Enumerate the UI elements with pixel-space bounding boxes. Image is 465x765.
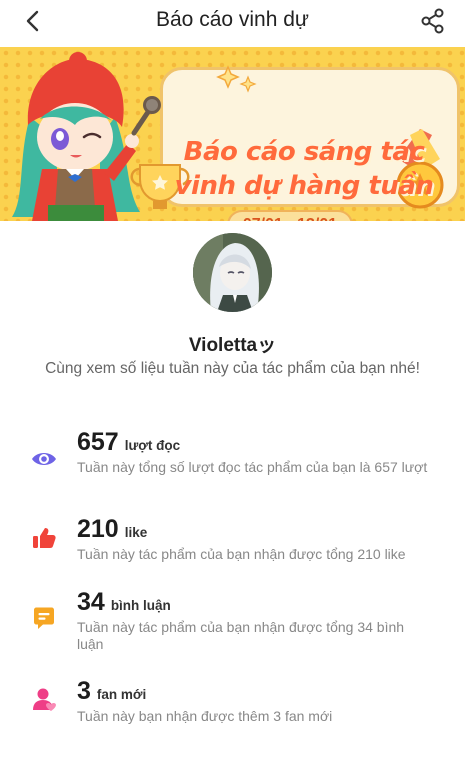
stat-value: 657 [77,428,119,456]
top-bar: Báo cáo vinh dự [0,0,465,44]
stat-unit: like [124,525,148,540]
stat-description: Tuần này tác phẩm của bạn nhận được tổng… [77,546,406,562]
weekly-report-banner: Báo cáo sáng tác vinh dự hàng tuần 07/01… [0,47,465,221]
banner-title-line-1: Báo cáo sáng tác [183,137,425,167]
avatar-illustration [193,233,272,312]
share-icon [421,8,444,34]
thumbs-up-icon [30,524,58,552]
banner-title: Báo cáo sáng tác vinh dự hàng tuần [168,135,440,203]
username: Violettaッ [188,335,277,356]
avatar[interactable] [193,233,272,312]
stat-description: Tuần này bạn nhận được thêm 3 fan mới [77,708,333,724]
comment-icon [30,605,58,633]
person-heart-icon [30,686,58,714]
banner-title-line-2: vinh dự hàng tuần [174,171,434,201]
page-title: Báo cáo vinh dự [156,8,309,31]
stat-value: 210 [77,515,119,543]
stat-value: 34 [77,588,105,616]
stat-value: 3 [77,677,91,705]
profile-subtitle: Cùng xem số liệu tuần này của tác phẩm c… [45,360,420,377]
stat-description: Tuần này tác phẩm của bạn nhận được tổng… [77,619,405,652]
date-range-badge: 07/01 - 13/01 [227,210,353,221]
stat-unit: fan mới [96,687,147,702]
stat-unit: bình luận [110,598,171,613]
stat-description: Tuần này tổng số lượt đọc tác phẩm của b… [77,459,428,475]
stat-unit: lượt đọc [124,438,181,453]
eye-icon [30,445,58,473]
share-button[interactable] [417,5,449,37]
